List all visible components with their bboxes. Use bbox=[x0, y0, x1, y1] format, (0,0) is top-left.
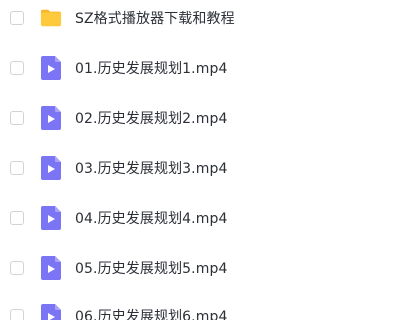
video-file-icon bbox=[40, 256, 62, 280]
row-checkbox[interactable] bbox=[10, 111, 24, 125]
video-file-icon bbox=[40, 206, 62, 230]
list-item-video[interactable]: 05.历史发展规划5.mp4 bbox=[0, 248, 396, 288]
file-name[interactable]: 04.历史发展规划4.mp4 bbox=[75, 208, 227, 228]
file-name[interactable]: 03.历史发展规划3.mp4 bbox=[75, 158, 227, 178]
video-file-icon bbox=[40, 106, 62, 130]
row-checkbox[interactable] bbox=[10, 261, 24, 275]
row-checkbox[interactable] bbox=[10, 161, 24, 175]
list-item-video[interactable]: 04.历史发展规划4.mp4 bbox=[0, 198, 396, 238]
list-item-folder[interactable]: SZ格式播放器下载和教程 bbox=[0, 0, 396, 38]
video-file-icon bbox=[40, 304, 62, 320]
row-checkbox[interactable] bbox=[10, 11, 24, 25]
file-name[interactable]: SZ格式播放器下载和教程 bbox=[75, 8, 235, 28]
list-item-video[interactable]: 01.历史发展规划1.mp4 bbox=[0, 48, 396, 88]
row-checkbox[interactable] bbox=[10, 61, 24, 75]
video-file-icon bbox=[40, 56, 62, 80]
row-checkbox[interactable] bbox=[10, 309, 24, 320]
file-list: SZ格式播放器下载和教程 01.历史发展规划1.mp4 02.历史发展规划2.m… bbox=[0, 0, 396, 320]
list-item-video[interactable]: 02.历史发展规划2.mp4 bbox=[0, 98, 396, 138]
video-file-icon bbox=[40, 156, 62, 180]
file-name[interactable]: 02.历史发展规划2.mp4 bbox=[75, 108, 227, 128]
file-name[interactable]: 01.历史发展规划1.mp4 bbox=[75, 58, 227, 78]
list-item-video[interactable]: 06.历史发展规划6.mp4 bbox=[0, 296, 396, 320]
folder-icon bbox=[40, 7, 62, 29]
row-checkbox[interactable] bbox=[10, 211, 24, 225]
file-name[interactable]: 06.历史发展规划6.mp4 bbox=[75, 306, 227, 320]
file-name[interactable]: 05.历史发展规划5.mp4 bbox=[75, 258, 227, 278]
list-item-video[interactable]: 03.历史发展规划3.mp4 bbox=[0, 148, 396, 188]
